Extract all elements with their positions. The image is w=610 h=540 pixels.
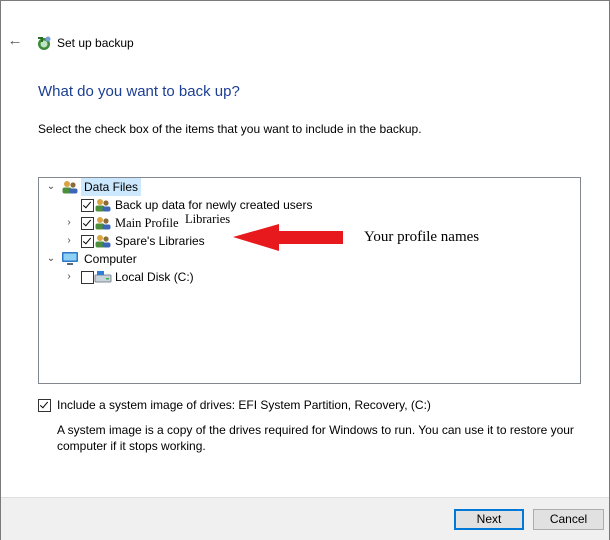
checkbox[interactable]: [81, 235, 94, 248]
checkbox[interactable]: [81, 199, 94, 212]
page-title: What do you want to back up?: [38, 83, 240, 100]
backup-icon: [38, 36, 51, 50]
tree-item-local-disk[interactable]: › Local Disk (C:): [39, 268, 579, 286]
users-icon: [62, 181, 78, 194]
users-icon: [95, 199, 111, 212]
cancel-button[interactable]: Cancel: [533, 509, 604, 530]
annotation-arrow: [233, 224, 343, 251]
tree-item-data-files[interactable]: ⌄ Data Files: [39, 178, 579, 196]
profile-name-label: Main Profile: [115, 216, 179, 230]
tree-item-new-users[interactable]: Back up data for newly created users: [39, 196, 579, 214]
tree-item-label: Computer: [84, 252, 137, 266]
users-icon: [95, 235, 111, 248]
chevron-right-icon[interactable]: ›: [64, 214, 74, 232]
libraries-label: Libraries: [185, 212, 231, 226]
chevron-down-icon[interactable]: ⌄: [46, 178, 56, 196]
system-image-description: A system image is a copy of the drives r…: [57, 423, 574, 453]
system-image-checkbox[interactable]: [38, 399, 51, 412]
window-title: Set up backup: [57, 36, 134, 50]
annotation-text: Your profile names: [364, 229, 480, 245]
disk-icon: [94, 271, 112, 283]
instruction-text: Select the check box of the items that y…: [38, 122, 422, 136]
checkbox[interactable]: [81, 217, 94, 230]
backup-items-tree[interactable]: ⌄ Data Files Back up data for newly crea…: [38, 177, 581, 384]
setup-backup-window: ← Set up backup What do you want to back…: [0, 0, 610, 540]
users-icon: [95, 217, 111, 230]
window-header: ← Set up backup: [1, 1, 609, 50]
tree-item-label: Data Files: [81, 178, 142, 196]
checkbox[interactable]: [81, 271, 94, 284]
chevron-right-icon[interactable]: ›: [64, 232, 74, 250]
tree-item-label: Spare's Libraries: [115, 234, 205, 248]
dialog-footer: Next Cancel: [1, 497, 609, 540]
computer-icon: [62, 252, 78, 265]
system-image-label: Include a system image of drives: EFI Sy…: [57, 398, 431, 412]
tree-item-label: Local Disk (C:): [115, 270, 194, 284]
chevron-right-icon[interactable]: ›: [64, 268, 74, 286]
chevron-down-icon[interactable]: ⌄: [46, 250, 56, 268]
next-button[interactable]: Next: [454, 509, 524, 530]
back-arrow-icon[interactable]: ←: [7, 33, 23, 49]
